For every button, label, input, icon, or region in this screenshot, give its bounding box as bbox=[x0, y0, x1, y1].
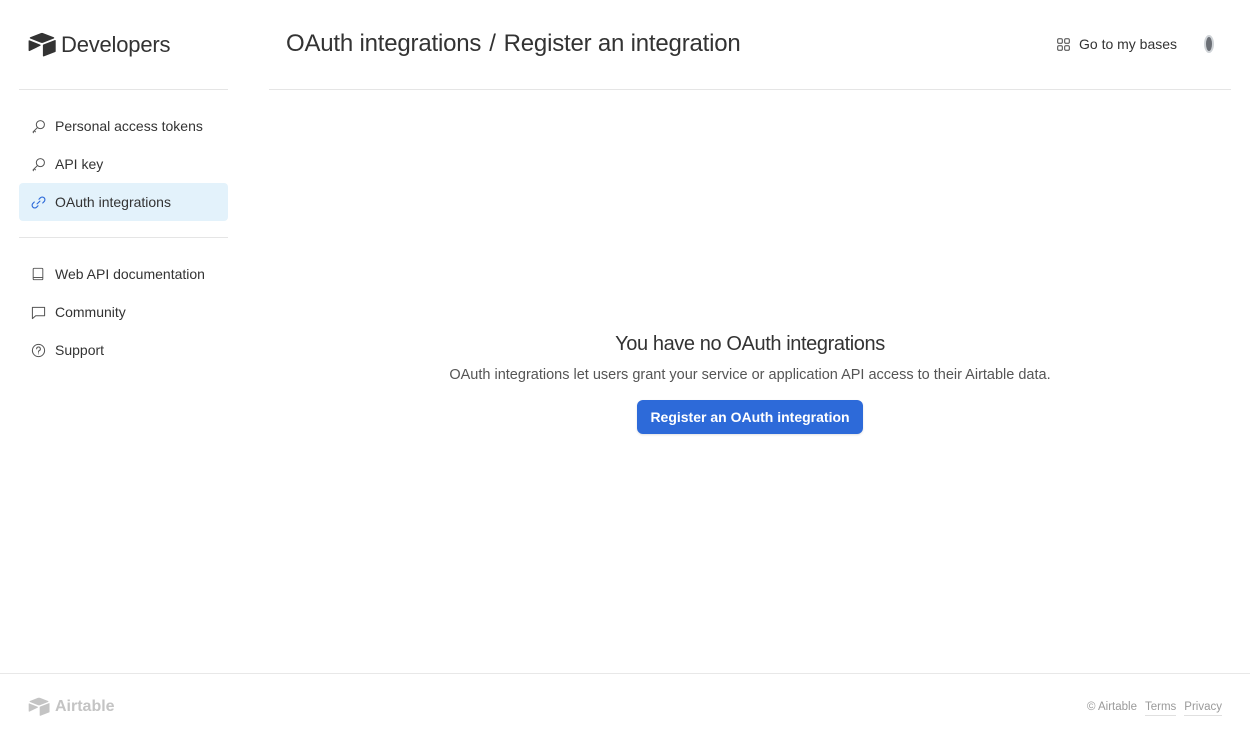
empty-state: You have no OAuth integrations OAuth int… bbox=[269, 330, 1231, 434]
sidebar-divider bbox=[19, 237, 228, 238]
brand-title: Developers bbox=[61, 32, 171, 57]
help-circle-icon bbox=[30, 342, 46, 358]
chat-bubble-icon bbox=[30, 304, 46, 320]
go-to-my-bases-label: Go to my bases bbox=[1079, 36, 1178, 52]
page-title: Register an integration bbox=[503, 30, 741, 57]
grid-icon bbox=[1057, 37, 1070, 51]
privacy-link[interactable]: Privacy bbox=[1184, 701, 1222, 716]
sidebar-divider bbox=[19, 89, 228, 90]
sidebar-item-label: API key bbox=[55, 156, 104, 172]
sidebar-item-oauth-integrations[interactable]: OAuth integrations bbox=[19, 183, 228, 221]
nav-group-resources: Web API documentation Community Support bbox=[19, 255, 228, 369]
sidebar-item-community[interactable]: Community bbox=[19, 293, 228, 331]
breadcrumb-parent[interactable]: OAuth integrations bbox=[286, 30, 481, 58]
nav-group-tokens: Personal access tokens API key OAuth int… bbox=[19, 107, 228, 221]
empty-state-title: You have no OAuth integrations bbox=[615, 333, 885, 355]
footer-logo-text: Airtable bbox=[55, 698, 115, 715]
footer-links: © Airtable Terms Privacy bbox=[1087, 701, 1222, 716]
empty-state-description: OAuth integrations let users grant your … bbox=[449, 367, 1051, 383]
sidebar-item-web-api-documentation[interactable]: Web API documentation bbox=[19, 255, 228, 293]
sidebar-item-label: OAuth integrations bbox=[55, 194, 171, 210]
link-icon bbox=[30, 194, 46, 210]
footer-logo[interactable]: Airtable bbox=[27, 697, 115, 717]
sidebar-item-api-key[interactable]: API key bbox=[19, 145, 228, 183]
sidebar-item-label: Web API documentation bbox=[55, 266, 205, 282]
terms-link[interactable]: Terms bbox=[1144, 701, 1177, 716]
sidebar-item-label: Community bbox=[55, 304, 126, 320]
sidebar-item-label: Personal access tokens bbox=[55, 118, 203, 134]
airtable-logo-icon bbox=[28, 32, 56, 57]
copyright-text: © Airtable bbox=[1086, 701, 1137, 713]
header-divider bbox=[269, 89, 1231, 90]
key-icon bbox=[30, 118, 46, 134]
airtable-logo-icon bbox=[28, 697, 50, 716]
sidebar-item-label: Support bbox=[55, 342, 105, 358]
go-to-my-bases-link[interactable]: Go to my bases bbox=[1057, 36, 1177, 52]
sidebar-item-personal-access-tokens[interactable]: Personal access tokens bbox=[19, 107, 228, 145]
register-oauth-integration-button[interactable]: Register an OAuth integration bbox=[637, 400, 863, 434]
breadcrumb-separator: / bbox=[489, 30, 496, 57]
sidebar-item-support[interactable]: Support bbox=[19, 331, 228, 369]
avatar[interactable] bbox=[1204, 35, 1214, 53]
book-icon bbox=[30, 266, 46, 282]
brand[interactable]: Developers bbox=[27, 30, 170, 60]
footer-divider bbox=[0, 673, 1250, 674]
key-icon bbox=[30, 156, 46, 172]
breadcrumb: OAuth integrations / Register an integra… bbox=[286, 30, 741, 58]
